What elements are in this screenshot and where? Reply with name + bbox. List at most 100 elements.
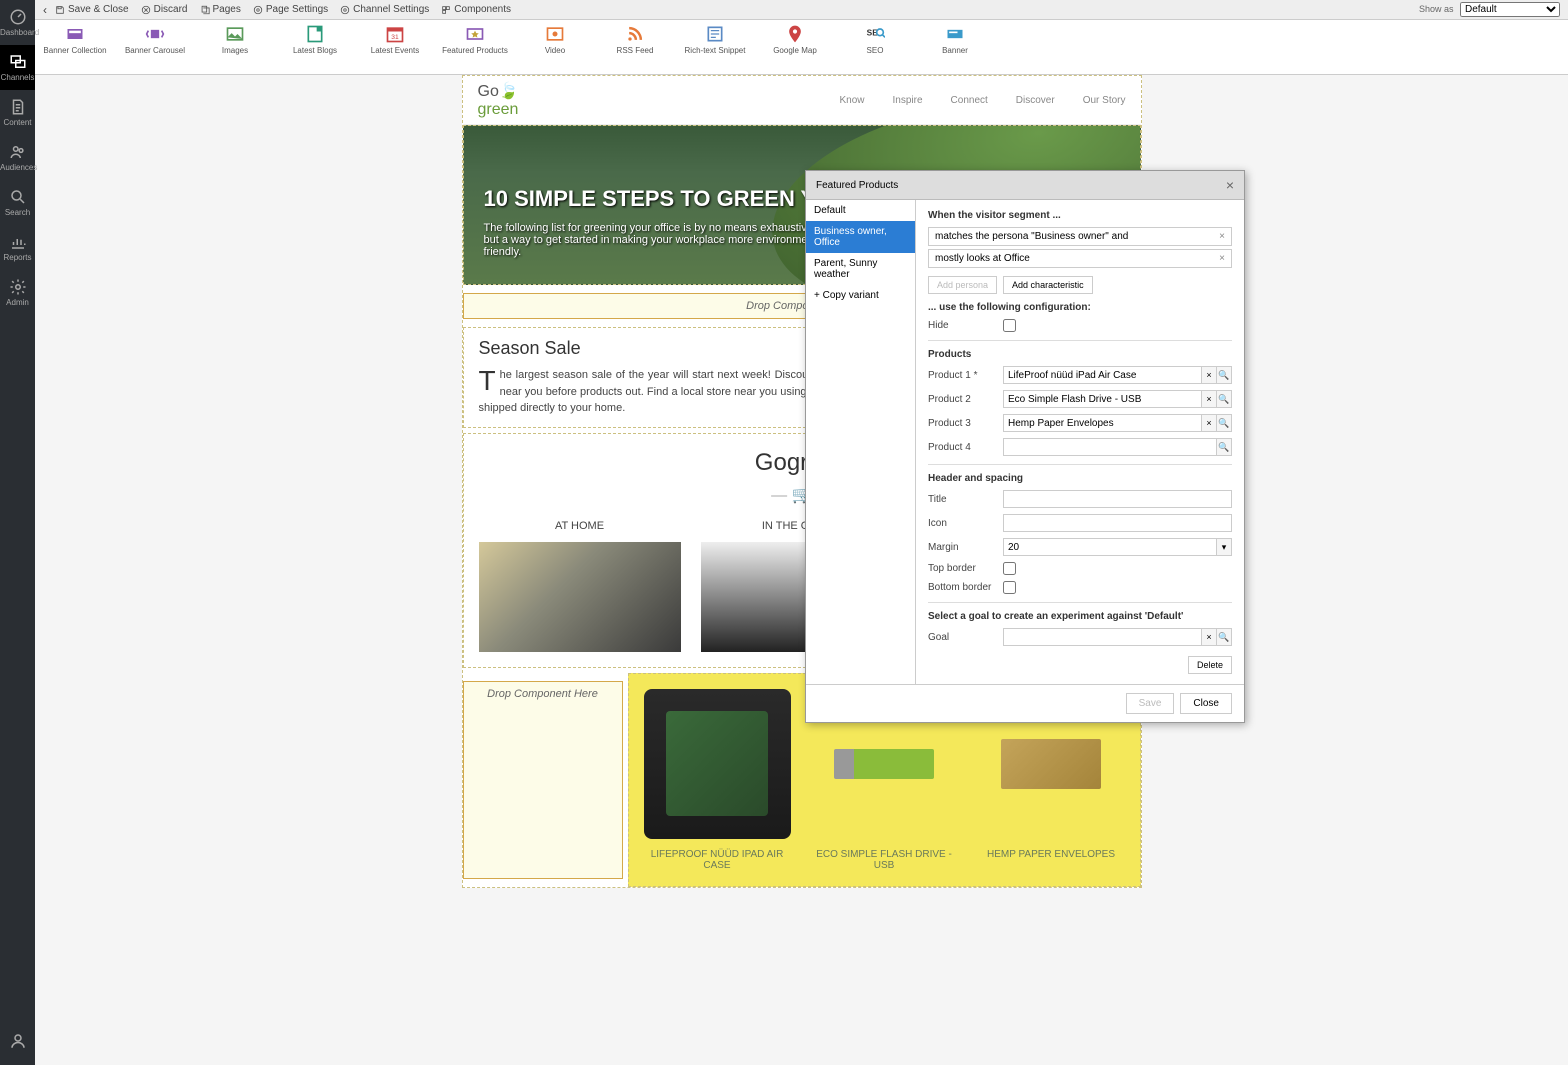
clear-icon[interactable]: × bbox=[1201, 628, 1217, 646]
banner-text: The following list for greening your off… bbox=[484, 222, 834, 258]
search-icon bbox=[9, 188, 27, 206]
sidebar-item-content[interactable]: Content bbox=[0, 90, 35, 135]
clear-icon[interactable]: × bbox=[1201, 414, 1217, 432]
top-toolbar: ‹ Save & Close Discard Pages Page Settin… bbox=[35, 0, 1568, 20]
title-input[interactable] bbox=[1003, 490, 1232, 508]
variant-item[interactable]: Business owner, Office bbox=[806, 221, 915, 253]
pages-button[interactable]: Pages bbox=[200, 4, 241, 15]
nav-item[interactable]: Inspire bbox=[893, 95, 923, 106]
gear-icon bbox=[253, 5, 263, 15]
left-sidebar: Dashboard Channels Content Audiences Sea… bbox=[0, 0, 35, 1065]
page-header: Go🍃 green Know Inspire Connect Discover … bbox=[463, 76, 1141, 125]
search-icon[interactable]: 🔍 bbox=[1216, 438, 1232, 456]
cat-item: AT HOME bbox=[479, 520, 681, 652]
calendar-icon: 31 bbox=[385, 24, 405, 44]
icon-input[interactable] bbox=[1003, 514, 1232, 532]
ribbon-latest-events[interactable]: 31Latest Events bbox=[355, 20, 435, 74]
gear-icon bbox=[340, 5, 350, 15]
icon-row: Icon bbox=[928, 514, 1232, 532]
label: Latest Blogs bbox=[293, 46, 337, 55]
show-as-select[interactable]: Default bbox=[1460, 2, 1560, 17]
variant-item[interactable]: Default bbox=[806, 200, 915, 221]
ribbon-images[interactable]: Images bbox=[195, 20, 275, 74]
modal-title: Featured Products bbox=[816, 180, 898, 191]
field-label: Bottom border bbox=[928, 582, 1003, 593]
field-label: Goal bbox=[928, 632, 1003, 643]
ribbon-latest-blogs[interactable]: Latest Blogs bbox=[275, 20, 355, 74]
channel-settings-button[interactable]: Channel Settings bbox=[340, 4, 429, 15]
variant-item[interactable]: Parent, Sunny weather bbox=[806, 253, 915, 285]
delete-button[interactable]: Delete bbox=[1188, 656, 1232, 674]
rule-text: matches the persona "Business owner" and bbox=[935, 231, 1128, 242]
close-icon[interactable]: × bbox=[1226, 177, 1234, 193]
sidebar-item-audiences[interactable]: Audiences bbox=[0, 135, 35, 180]
product-input[interactable] bbox=[1003, 438, 1217, 456]
chevron-down-icon[interactable]: ▾ bbox=[1216, 538, 1232, 556]
goal-section-label: Select a goal to create an experiment ag… bbox=[928, 611, 1232, 622]
product-input[interactable] bbox=[1003, 366, 1202, 384]
ribbon-featured-products[interactable]: Featured Products bbox=[435, 20, 515, 74]
collapse-icon[interactable]: ‹ bbox=[43, 3, 47, 17]
carousel-icon bbox=[145, 24, 165, 44]
page-settings-button[interactable]: Page Settings bbox=[253, 4, 328, 15]
product-input[interactable] bbox=[1003, 414, 1202, 432]
components-button[interactable]: Components bbox=[441, 4, 511, 15]
svg-text:31: 31 bbox=[391, 34, 399, 41]
ribbon-banner-carousel[interactable]: Banner Carousel bbox=[115, 20, 195, 74]
nav-item[interactable]: Connect bbox=[951, 95, 988, 106]
label: Banner bbox=[942, 46, 968, 55]
ribbon-map[interactable]: Google Map bbox=[755, 20, 835, 74]
text-icon bbox=[705, 24, 725, 44]
main-nav: Know Inspire Connect Discover Our Story bbox=[840, 95, 1126, 106]
rule-text: mostly looks at Office bbox=[935, 253, 1030, 264]
ribbon-rss[interactable]: RSS Feed bbox=[595, 20, 675, 74]
nav-item[interactable]: Our Story bbox=[1083, 95, 1126, 106]
drop-zone[interactable]: Drop Component Here bbox=[463, 681, 623, 879]
sidebar-item-reports[interactable]: Reports bbox=[0, 225, 35, 270]
search-icon[interactable]: 🔍 bbox=[1216, 366, 1232, 384]
rule-chip: mostly looks at Office × bbox=[928, 249, 1232, 268]
ribbon-richtext[interactable]: Rich-text Snippet bbox=[675, 20, 755, 74]
sidebar-label: Search bbox=[5, 208, 30, 217]
ribbon-banner[interactable]: Banner bbox=[915, 20, 995, 74]
bottom-border-checkbox[interactable] bbox=[1003, 581, 1016, 594]
sidebar-label: Channels bbox=[1, 73, 35, 82]
top-border-checkbox[interactable] bbox=[1003, 562, 1016, 575]
search-icon[interactable]: 🔍 bbox=[1216, 414, 1232, 432]
product-input[interactable] bbox=[1003, 390, 1202, 408]
close-button[interactable]: Close bbox=[1180, 693, 1232, 714]
search-icon[interactable]: 🔍 bbox=[1216, 628, 1232, 646]
clear-icon[interactable]: × bbox=[1201, 390, 1217, 408]
sidebar-item-channels[interactable]: Channels bbox=[0, 45, 35, 90]
variant-copy[interactable]: + Copy variant bbox=[806, 285, 915, 306]
save-button[interactable]: Save bbox=[1126, 693, 1175, 714]
margin-input[interactable] bbox=[1003, 538, 1217, 556]
cat-image bbox=[479, 542, 681, 652]
label: Components bbox=[454, 4, 511, 15]
divider bbox=[928, 464, 1232, 465]
search-icon[interactable]: 🔍 bbox=[1216, 390, 1232, 408]
ribbon-seo[interactable]: SESEO bbox=[835, 20, 915, 74]
ribbon-video[interactable]: Video bbox=[515, 20, 595, 74]
add-characteristic-button[interactable]: Add characteristic bbox=[1003, 276, 1093, 294]
ribbon-banner-collection[interactable]: Banner Collection bbox=[35, 20, 115, 74]
remove-icon[interactable]: × bbox=[1219, 253, 1225, 264]
hide-checkbox[interactable] bbox=[1003, 319, 1016, 332]
sidebar-item-dashboard[interactable]: Dashboard bbox=[0, 0, 35, 45]
discard-button[interactable]: Discard bbox=[141, 4, 188, 15]
blog-icon bbox=[305, 24, 325, 44]
sidebar-item-search[interactable]: Search bbox=[0, 180, 35, 225]
product-image bbox=[644, 689, 791, 839]
nav-item[interactable]: Know bbox=[840, 95, 865, 106]
save-close-button[interactable]: Save & Close bbox=[55, 4, 129, 15]
remove-icon[interactable]: × bbox=[1219, 231, 1225, 242]
add-persona-button[interactable]: Add persona bbox=[928, 276, 997, 294]
nav-item[interactable]: Discover bbox=[1016, 95, 1055, 106]
goal-input[interactable] bbox=[1003, 628, 1202, 646]
clear-icon[interactable]: × bbox=[1201, 366, 1217, 384]
top-border-row: Top border bbox=[928, 562, 1232, 575]
sidebar-item-admin[interactable]: Admin bbox=[0, 270, 35, 315]
sidebar-item-user[interactable] bbox=[0, 1024, 35, 1060]
product-row: Product 4 🔍 bbox=[928, 438, 1232, 456]
video-icon bbox=[545, 24, 565, 44]
